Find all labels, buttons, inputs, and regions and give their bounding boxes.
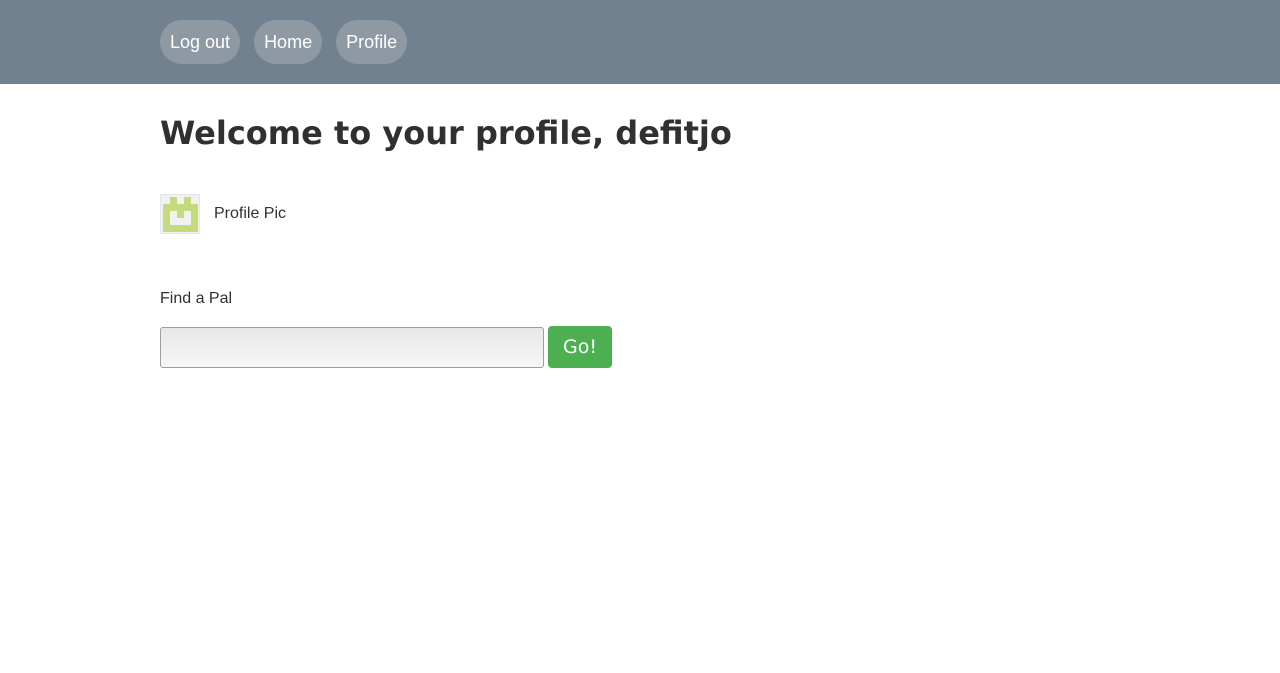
- top-navbar: Log out Home Profile: [0, 0, 1280, 84]
- avatar[interactable]: [160, 194, 200, 234]
- identicon-icon: [163, 197, 198, 232]
- home-button[interactable]: Home: [254, 20, 323, 64]
- profile-pic-label: Profile Pic: [214, 205, 287, 222]
- find-pal-input[interactable]: [160, 326, 544, 368]
- go-button[interactable]: Go!: [548, 326, 612, 368]
- profile-pic-row: Profile Pic: [160, 194, 286, 234]
- find-pal-label: Find a Pal: [160, 290, 233, 307]
- find-pal-form: Go!: [160, 326, 612, 368]
- nav-menu: Log out Home Profile: [160, 20, 408, 64]
- page-title: Welcome to your profile, defitjo: [160, 114, 732, 152]
- logout-button[interactable]: Log out: [160, 20, 241, 64]
- profile-button[interactable]: Profile: [336, 20, 408, 64]
